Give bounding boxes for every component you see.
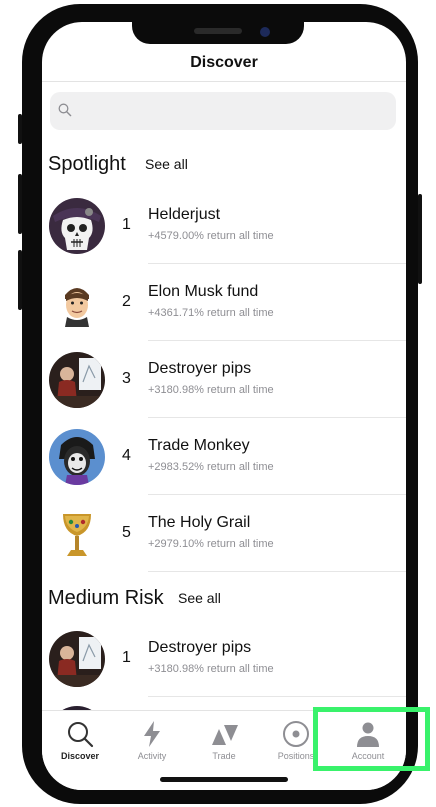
- search-icon: [68, 722, 94, 748]
- list-item[interactable]: 2 Elon Musk fund +4361.71% return all ti…: [42, 265, 406, 341]
- notch: [132, 22, 304, 44]
- list-item[interactable]: 5 The Holy Grail +2979.10% return all ti…: [42, 496, 406, 572]
- rank-number: 4: [122, 447, 131, 464]
- fund-return: +4579.00% return all time: [148, 230, 274, 242]
- speaker: [194, 28, 242, 34]
- page-title: Discover: [190, 54, 258, 71]
- tab-label: Discover: [60, 751, 100, 761]
- nav-divider: [42, 81, 406, 82]
- fund-name: Destroyer pips: [148, 360, 252, 377]
- search-input[interactable]: [50, 92, 396, 130]
- fund-name: Elon Musk fund: [148, 283, 259, 300]
- home-indicator: [160, 777, 288, 782]
- row-divider: [148, 417, 406, 418]
- row-divider: [148, 340, 406, 341]
- row-divider: [148, 263, 406, 264]
- fund-return: +3180.98% return all time: [148, 663, 274, 675]
- app-screen: Discover Spotlight See all 1 Helderjust …: [42, 22, 406, 790]
- painter-avatar-icon: [49, 631, 105, 687]
- fund-return: +4361.71% return all time: [148, 307, 274, 319]
- cartoon-face-avatar-icon: [49, 275, 105, 331]
- fund-return: +3180.98% return all time: [148, 384, 274, 396]
- row-divider: [148, 494, 406, 495]
- section-title-spotlight: Spotlight: [48, 153, 126, 175]
- power-button: [418, 194, 422, 284]
- section-title-medium-risk: Medium Risk: [48, 587, 164, 609]
- fund-return: +2979.10% return all time: [148, 538, 274, 550]
- list-item[interactable]: 1 Helderjust +4579.00% return all time: [42, 188, 406, 264]
- silent-switch: [18, 114, 22, 144]
- grail-avatar-icon: [49, 506, 105, 562]
- fund-return: +2983.52% return all time: [148, 461, 274, 473]
- see-all-medium-risk-link[interactable]: See all: [178, 590, 221, 606]
- trade-arrows-icon: [212, 725, 238, 745]
- list-item[interactable]: 3 Destroyer pips +3180.98% return all ti…: [42, 342, 406, 418]
- camera: [260, 27, 270, 37]
- rank-number: 1: [122, 649, 131, 666]
- tab-trade[interactable]: Trade: [187, 711, 261, 771]
- fund-name: Trade Monkey: [148, 437, 250, 454]
- painter-avatar-icon: [49, 352, 105, 408]
- fund-name: Destroyer pips: [148, 639, 252, 656]
- search-icon: [58, 103, 72, 117]
- tab-label: Trade: [212, 751, 236, 761]
- rank-number: 2: [122, 293, 131, 310]
- volume-up-button: [18, 174, 22, 234]
- tab-activity[interactable]: Activity: [115, 711, 189, 771]
- tab-discover[interactable]: Discover: [43, 711, 117, 771]
- account-highlight-box: [313, 707, 430, 771]
- skull-avatar-icon: [49, 198, 105, 254]
- row-divider: [148, 571, 406, 572]
- fund-name: Helderjust: [148, 206, 221, 223]
- list-item[interactable]: 1 Destroyer pips +3180.98% return all ti…: [42, 621, 406, 697]
- monkey-avatar-icon: [49, 429, 105, 485]
- rank-number: 5: [122, 524, 131, 541]
- tab-label: Activity: [137, 751, 167, 761]
- list-item[interactable]: 4 Trade Monkey +2983.52% return all time: [42, 419, 406, 495]
- see-all-spotlight-link[interactable]: See all: [145, 156, 188, 172]
- rank-number: 1: [122, 216, 131, 233]
- rank-number: 3: [122, 370, 131, 387]
- target-icon: [283, 721, 309, 747]
- lightning-icon: [144, 721, 160, 747]
- fund-name: The Holy Grail: [148, 514, 251, 531]
- row-divider: [148, 696, 406, 697]
- volume-down-button: [18, 250, 22, 310]
